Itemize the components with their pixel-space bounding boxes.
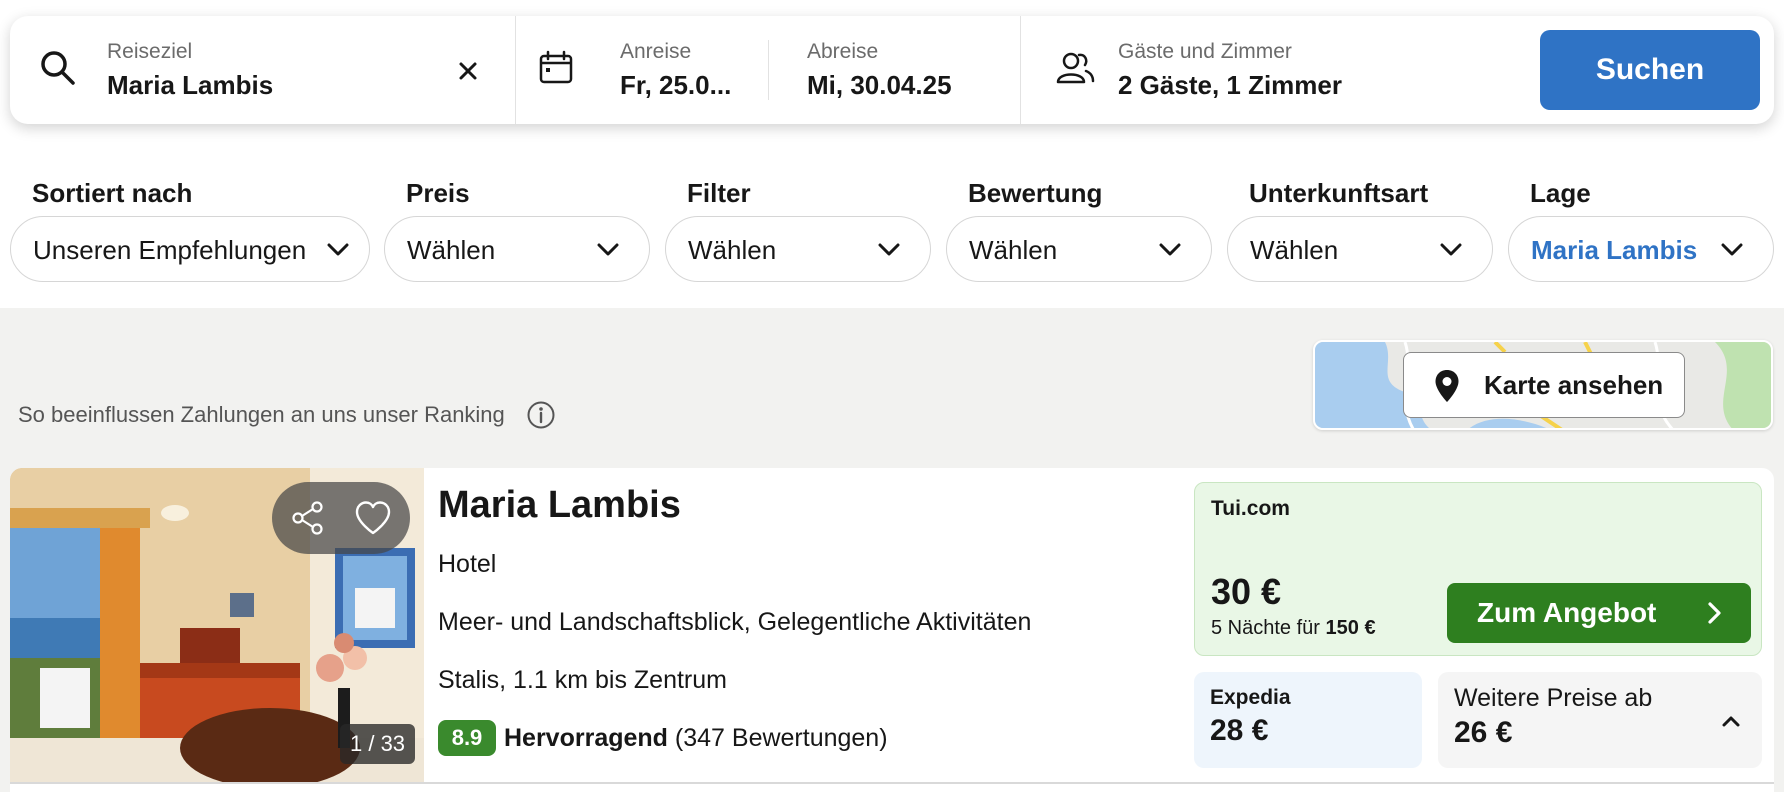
- main-offer[interactable]: Tui.com 30 € 5 Nächte für 150 € Zum Ange…: [1194, 482, 1762, 656]
- nights-text: 5 Nächte für: [1211, 617, 1320, 639]
- chevron-down-icon: [1721, 243, 1743, 256]
- photo-counter: 1 / 33: [340, 724, 416, 764]
- chevron-down-icon: [1159, 243, 1181, 256]
- filter-select[interactable]: Wählen: [665, 216, 931, 282]
- photo-actions: [272, 482, 410, 554]
- filter-label: Filter: [687, 178, 751, 208]
- search-button[interactable]: Suchen: [1540, 30, 1760, 110]
- show-map-button[interactable]: Karte ansehen: [1403, 352, 1685, 418]
- chevron-down-icon: [597, 243, 619, 256]
- divider: [10, 782, 1774, 784]
- hotel-listing-card: 1 / 33 Maria Lambis Hotel Meer- und Land…: [10, 468, 1774, 792]
- chevron-down-icon: [1440, 243, 1462, 256]
- view-deal-button[interactable]: Zum Angebot: [1447, 583, 1751, 643]
- guests-value[interactable]: 2 Gäste, 1 Zimmer: [1118, 70, 1342, 101]
- filter-label: Unterkunftsart: [1249, 178, 1429, 208]
- rating-select[interactable]: Wählen: [946, 216, 1212, 282]
- offer-price: 30 €: [1211, 571, 1282, 612]
- checkout-field[interactable]: Abreise Mi, 30.04.25: [769, 16, 1030, 124]
- destination-field[interactable]: Reiseziel Maria Lambis: [10, 16, 515, 124]
- checkout-value[interactable]: Mi, 30.04.25: [807, 70, 952, 101]
- view-deal-label: Zum Angebot: [1477, 597, 1657, 628]
- filter-value: Maria Lambis: [1531, 235, 1698, 265]
- rating-summary[interactable]: Hervorragend (347 Bewertungen): [504, 724, 888, 753]
- location-select[interactable]: Maria Lambis: [1508, 216, 1774, 282]
- calendar-icon: [534, 46, 578, 90]
- clear-icon[interactable]: [451, 54, 485, 88]
- destination-label: Reiseziel: [107, 40, 193, 63]
- price-select[interactable]: Wählen: [384, 216, 650, 282]
- alt-offer[interactable]: Expedia 28 €: [1194, 672, 1422, 768]
- filter-value: Wählen: [969, 235, 1058, 265]
- chevron-right-icon: [1708, 602, 1721, 624]
- filter-label: Bewertung: [968, 178, 1103, 208]
- ranking-note: So beeinflussen Zahlungen an uns unser R…: [18, 402, 505, 427]
- rating-score-badge: 8.9: [438, 720, 496, 756]
- checkout-label: Abreise: [807, 40, 879, 63]
- alt-offer-provider: Expedia: [1210, 686, 1291, 709]
- filter-value: Wählen: [407, 235, 496, 265]
- offer-nights-total: 5 Nächte für 150 €: [1211, 617, 1376, 640]
- chevron-down-icon: [327, 243, 349, 256]
- users-icon: [1053, 46, 1097, 90]
- offer-provider: Tui.com: [1211, 497, 1290, 520]
- destination-value[interactable]: Maria Lambis: [107, 70, 273, 101]
- filter-label: Lage: [1530, 178, 1591, 208]
- rating-review-count: (347 Bewertungen): [674, 724, 888, 752]
- more-prices-value: 26 €: [1454, 716, 1513, 749]
- show-map-label: Karte ansehen: [1484, 370, 1664, 400]
- filter-label: Sortiert nach: [32, 178, 193, 208]
- guests-field[interactable]: Gäste und Zimmer 2 Gäste, 1 Zimmer: [1021, 16, 1521, 124]
- chevron-down-icon: [878, 243, 900, 256]
- checkin-label: Anreise: [620, 40, 692, 63]
- filter-label: Preis: [406, 178, 470, 208]
- share-icon[interactable]: [290, 500, 326, 536]
- rating-word: Hervorragend: [504, 724, 668, 752]
- hotel-name[interactable]: Maria Lambis: [438, 484, 681, 527]
- more-prices-label: Weitere Preise ab: [1454, 684, 1653, 712]
- chevron-up-icon: [1722, 716, 1740, 727]
- sort-select[interactable]: Unseren Empfehlungen: [10, 216, 370, 282]
- guests-label: Gäste und Zimmer: [1118, 40, 1292, 63]
- alt-offer-price: 28 €: [1210, 714, 1269, 747]
- hotel-photo[interactable]: 1 / 33: [10, 468, 424, 782]
- search-bar: Reiseziel Maria Lambis Anreise Fr, 25.0.…: [10, 16, 1774, 124]
- heart-icon[interactable]: [354, 500, 392, 536]
- accommodation-type-select[interactable]: Wählen: [1227, 216, 1493, 282]
- hotel-features: Meer- und Landschaftsblick, Gelegentlich…: [438, 608, 1032, 636]
- map-pin-icon: [1435, 370, 1459, 402]
- checkin-field[interactable]: Anreise Fr, 25.0...: [516, 16, 761, 124]
- checkin-value[interactable]: Fr, 25.0...: [620, 70, 731, 101]
- hotel-type: Hotel: [438, 550, 497, 578]
- more-prices-toggle[interactable]: Weitere Preise ab 26 €: [1438, 672, 1762, 768]
- hotel-location: Stalis, 1.1 km bis Zentrum: [438, 666, 727, 694]
- search-icon: [36, 46, 80, 90]
- filter-value: Unseren Empfehlungen: [33, 235, 307, 265]
- filter-value: Wählen: [1250, 235, 1339, 265]
- filter-value: Wählen: [688, 235, 777, 265]
- total-price: 150 €: [1325, 617, 1376, 639]
- info-icon[interactable]: [526, 400, 556, 430]
